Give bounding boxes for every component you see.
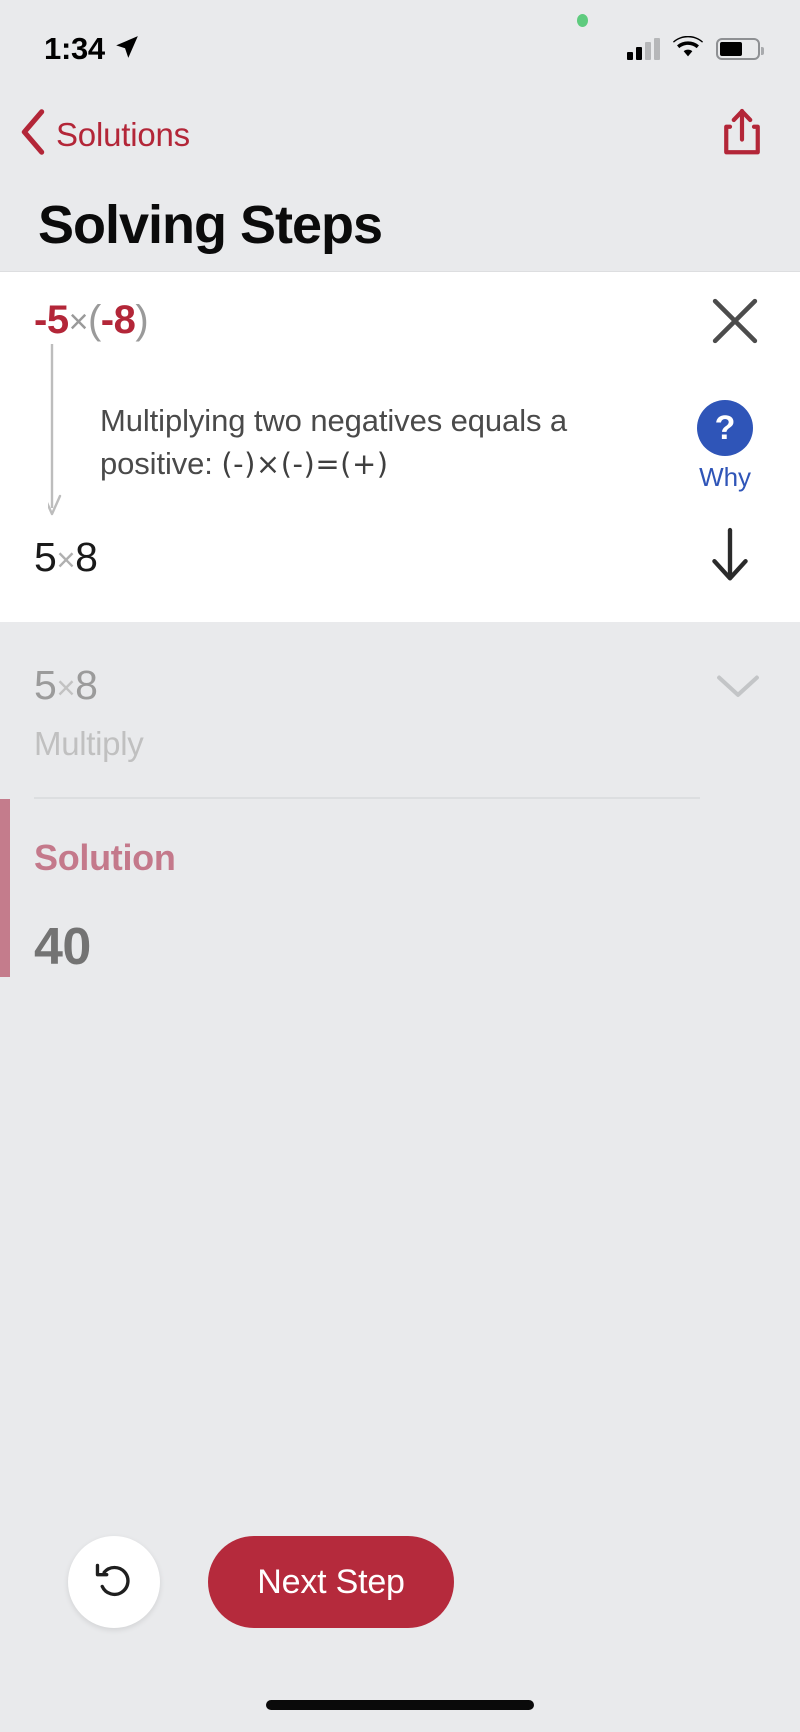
back-button-label: Solutions (56, 115, 190, 153)
battery-icon (716, 38, 764, 60)
share-button[interactable] (722, 108, 762, 161)
status-bar: 1:34 (0, 0, 800, 92)
solution-accent-bar (0, 799, 10, 977)
active-step-card: -5×(-8) Multiplying two negatives equals… (0, 272, 800, 622)
next-step-preview-header: 5×8 (34, 662, 760, 709)
solution-section: Solution 40 (0, 799, 800, 977)
cellular-bars-icon (627, 38, 660, 60)
chevron-left-icon (18, 109, 48, 160)
close-icon (709, 295, 761, 352)
preview-operator: × (56, 669, 76, 706)
undo-arrow-icon (93, 1559, 135, 1606)
expression-second-number: 8 (113, 298, 136, 342)
status-bar-left: 1:34 (44, 31, 140, 67)
explanation-math: (-)×(-)=(+) (221, 446, 389, 481)
location-arrow-icon (114, 34, 140, 65)
expression-close-paren: ) (135, 298, 149, 342)
chevron-down-icon (716, 675, 760, 704)
result-left-operand: 5 (34, 534, 57, 580)
page-title: Solving Steps (0, 177, 800, 272)
active-step-expression: -5×(-8) (0, 298, 149, 342)
result-operator: × (56, 541, 76, 578)
active-step-header: -5×(-8) (0, 298, 800, 343)
home-indicator (0, 1700, 800, 1732)
arrow-down-icon (708, 527, 752, 588)
expression-operator: × (68, 303, 89, 341)
explanation-line-2-prefix: positive: (100, 445, 222, 481)
explanation-line-1: Multiplying two negatives equals a (100, 403, 568, 438)
close-step-button[interactable] (706, 294, 764, 352)
next-step-arrow-button[interactable] (700, 527, 760, 588)
app-screen: 1:34 Solutions Solving Steps -5×(-8) Mul… (0, 0, 800, 1732)
explanation-text: Multiplying two negatives equals a posit… (0, 400, 662, 486)
expand-step-button[interactable] (716, 662, 760, 705)
status-bar-time: 1:34 (44, 31, 105, 66)
next-step-preview-expression: 5×8 (34, 662, 98, 709)
status-bar-right (627, 35, 764, 63)
undo-button[interactable] (68, 1536, 160, 1628)
expression-lead-sign: - (34, 298, 47, 342)
explanation-row: Multiplying two negatives equals a posit… (0, 340, 800, 493)
why-button-label: Why (699, 462, 751, 492)
next-step-button[interactable]: Next Step (208, 1536, 454, 1628)
question-mark-icon: ? (697, 400, 753, 456)
home-indicator-bar (266, 1700, 534, 1710)
green-privacy-dot-icon (577, 14, 588, 27)
preview-right-operand: 8 (75, 662, 98, 708)
bottom-action-bar: Next Step (0, 1536, 800, 1628)
wifi-icon (673, 35, 703, 63)
expression-second-sign: - (100, 298, 114, 342)
why-button[interactable]: ? Why (662, 400, 800, 493)
expression-lead-number: 5 (46, 298, 69, 342)
back-button[interactable]: Solutions (18, 109, 190, 160)
preview-left-operand: 5 (34, 662, 57, 708)
result-right-operand: 8 (75, 534, 98, 580)
nav-bar: Solutions (0, 92, 800, 177)
active-step-result-row: 5×8 (0, 493, 800, 622)
share-icon (722, 108, 762, 161)
next-step-operation-label: Multiply (34, 725, 144, 762)
page-title-text: Solving Steps (38, 194, 383, 255)
active-step-result: 5×8 (34, 534, 98, 581)
flow-arrow-down-icon (42, 344, 72, 522)
next-step-preview[interactable]: 5×8 Multiply (0, 622, 800, 799)
solution-value: 40 (34, 918, 91, 976)
solution-title: Solution (34, 837, 176, 878)
expression-open-paren: ( (87, 298, 101, 342)
